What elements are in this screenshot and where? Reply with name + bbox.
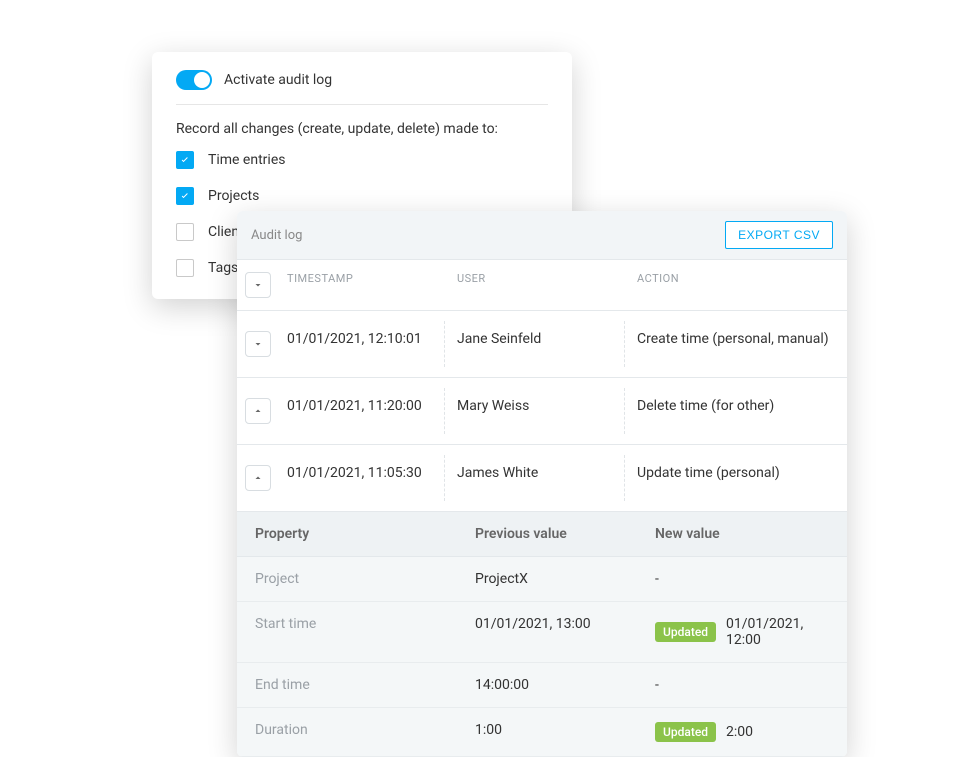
activate-label: Activate audit log	[224, 72, 332, 88]
activate-toggle[interactable]	[176, 70, 212, 90]
detail-previous-value: 01/01/2021, 13:00	[457, 602, 637, 663]
option-label: Tags	[208, 260, 238, 276]
detail-previous-value: 14:00:00	[457, 663, 637, 708]
detail-property: End time	[237, 663, 457, 708]
col-header-user: USER	[457, 260, 637, 311]
detail-previous-value: 1:00	[457, 708, 637, 757]
expand-all-button[interactable]	[245, 272, 271, 298]
chevron-down-icon	[252, 279, 264, 291]
detail-new-value: Updated 2:00	[637, 708, 847, 757]
option-row[interactable]: Time entries	[176, 151, 548, 169]
cell-action: Update time (personal)	[637, 445, 847, 512]
detail-new-text: -	[655, 571, 659, 587]
cell-action: Delete time (for other)	[637, 378, 847, 445]
detail-previous-value: ProjectX	[457, 557, 637, 602]
option-row[interactable]: Projects	[176, 187, 548, 205]
col-header-action: ACTION	[637, 260, 847, 311]
cell-timestamp: 01/01/2021, 11:20:00	[287, 378, 457, 445]
auditlog-card: Audit log EXPORT CSV TIMESTAMP USER ACTI…	[237, 211, 847, 757]
detail-col-new: New value	[637, 512, 847, 557]
option-checkbox[interactable]	[176, 151, 194, 169]
auditlog-header: Audit log EXPORT CSV	[237, 211, 847, 260]
cell-user: Jane Seinfeld	[457, 311, 637, 378]
detail-property: Duration	[237, 708, 457, 757]
activate-row: Activate audit log	[176, 70, 548, 105]
updated-badge: Updated	[655, 722, 716, 742]
auditlog-title: Audit log	[251, 228, 302, 243]
option-checkbox[interactable]	[176, 223, 194, 241]
collapse-row-button[interactable]	[245, 465, 271, 491]
chevron-down-icon	[252, 338, 264, 350]
chevron-up-icon	[252, 405, 264, 417]
detail-new-value: Updated 01/01/2021, 12:00	[637, 602, 847, 663]
detail-new-value: -	[637, 663, 847, 708]
cell-timestamp: 01/01/2021, 12:10:01	[287, 311, 457, 378]
col-header-timestamp: TIMESTAMP	[287, 260, 457, 311]
auditlog-table: TIMESTAMP USER ACTION 01/01/2021, 12:10:…	[237, 260, 847, 757]
cell-user: Mary Weiss	[457, 378, 637, 445]
updated-badge: Updated	[655, 622, 716, 642]
detail-col-previous: Previous value	[457, 512, 637, 557]
option-checkbox[interactable]	[176, 259, 194, 277]
detail-new-text: 01/01/2021, 12:00	[726, 616, 829, 648]
detail-new-text: -	[655, 677, 659, 693]
cell-action: Create time (personal, manual)	[637, 311, 847, 378]
chevron-up-icon	[252, 472, 264, 484]
detail-property: Start time	[237, 602, 457, 663]
detail-property: Project	[237, 557, 457, 602]
detail-col-property: Property	[237, 512, 457, 557]
collapse-row-button[interactable]	[245, 398, 271, 424]
detail-new-value: -	[637, 557, 847, 602]
detail-new-text: 2:00	[726, 724, 753, 740]
detail-table: PropertyPrevious valueNew value ProjectPr…	[237, 512, 847, 757]
cell-user: James White	[457, 445, 637, 512]
option-label: Time entries	[208, 152, 285, 168]
export-csv-button[interactable]: EXPORT CSV	[725, 221, 833, 249]
cell-timestamp: 01/01/2021, 11:05:30	[287, 445, 457, 512]
option-label: Projects	[208, 188, 259, 204]
record-description: Record all changes (create, update, dele…	[176, 121, 548, 137]
option-checkbox[interactable]	[176, 187, 194, 205]
expand-row-button[interactable]	[245, 331, 271, 357]
